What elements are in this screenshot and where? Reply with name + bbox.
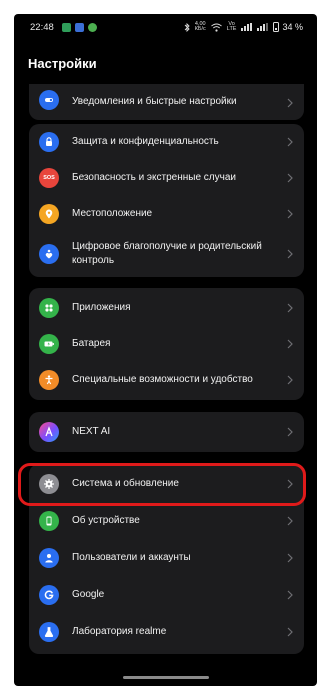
status-bar: 22:48 4,00 КБ/с Vo LTE 34 % [14, 14, 317, 40]
settings-item-notifications[interactable]: Уведомления и быстрые настройки [29, 84, 304, 120]
chevron-right-icon [286, 427, 294, 437]
settings-group-notifications: Уведомления и быстрые настройки [29, 84, 304, 120]
chevron-right-icon [286, 303, 294, 313]
chevron-right-icon [286, 249, 294, 259]
status-left: 22:48 [30, 22, 97, 33]
settings-item-label: Приложения [72, 302, 131, 313]
settings-item-apps[interactable]: Приложения [29, 290, 304, 326]
chevron-right-icon [286, 209, 294, 219]
home-indicator[interactable] [123, 676, 209, 679]
settings-group-next-ai: NEXT AI [29, 412, 304, 452]
settings-item-label: Пользователи и аккаунты [72, 552, 191, 563]
bluetooth-icon [184, 22, 190, 32]
location-icon [39, 204, 59, 224]
battery-icon [39, 334, 59, 354]
settings-item-label: Безопасность и экстренные случаи [72, 172, 236, 183]
sos-icon: SOS [39, 168, 59, 188]
apps-icon [39, 298, 59, 318]
chevron-right-icon [286, 627, 294, 637]
wifi-icon [210, 23, 222, 32]
network-type-bottom: LTE [226, 26, 237, 32]
chevron-right-icon [286, 98, 294, 108]
settings-item-label: Цифровое благополучие и родительский кон… [72, 241, 262, 266]
settings-item-about-device[interactable]: Об устройстве [29, 503, 304, 539]
app-notification-icon [74, 22, 84, 32]
settings-item-privacy[interactable]: Защита и конфиденциальность [29, 124, 304, 160]
lab-icon [39, 622, 59, 642]
settings-item-label: Специальные возможности и удобство [72, 374, 253, 385]
accessibility-icon [39, 370, 59, 390]
battery-status-icon [273, 22, 280, 32]
lock-icon [39, 132, 59, 152]
net-speed: 4,00 КБ/с [194, 21, 206, 32]
chevron-right-icon [286, 590, 294, 600]
settings-item-label: Система и обновление [72, 478, 179, 489]
settings-item-label: Защита и конфиденциальность [72, 136, 219, 147]
signal-icon [241, 23, 253, 31]
settings-group-apps: Приложения Батарея Специальные возможнос… [29, 288, 304, 400]
network-type: Vo LTE [226, 21, 237, 32]
notifications-icon [39, 90, 59, 110]
phone-icon [39, 511, 59, 531]
chevron-right-icon [286, 479, 294, 489]
page-title: Настройки [28, 56, 97, 71]
settings-item-label: Google [72, 589, 105, 600]
status-time: 22:48 [30, 21, 54, 33]
digital-wellbeing-icon [39, 244, 59, 264]
app-notification-icon [61, 22, 71, 32]
user-icon [39, 548, 59, 568]
google-icon [39, 585, 59, 605]
battery-status: 34 % [273, 22, 303, 32]
chevron-right-icon [286, 339, 294, 349]
settings-item-label: Об устройстве [72, 515, 140, 526]
settings-group-security: Защита и конфиденциальность SOS Безопасн… [29, 124, 304, 277]
settings-group-system: Система и обновление Об устройстве Польз… [29, 464, 304, 654]
next-ai-icon [39, 422, 59, 442]
settings-item-location[interactable]: Местоположение [29, 196, 304, 232]
signal-icon-2 [257, 23, 269, 31]
settings-item-emergency[interactable]: SOS Безопасность и экстренные случаи [29, 160, 304, 196]
gear-icon [39, 474, 59, 494]
settings-item-next-ai[interactable]: NEXT AI [29, 414, 304, 450]
status-right: 4,00 КБ/с Vo LTE 34 % [184, 21, 303, 32]
settings-item-label: Местоположение [72, 208, 153, 219]
chevron-right-icon [286, 516, 294, 526]
settings-item-label: Батарея [72, 338, 111, 349]
net-speed-unit: КБ/с [194, 26, 206, 32]
settings-item-accessibility[interactable]: Специальные возможности и удобство [29, 362, 304, 398]
chevron-right-icon [286, 173, 294, 183]
settings-item-label: NEXT AI [72, 426, 111, 437]
settings-item-label: Уведомления и быстрые настройки [72, 96, 237, 107]
app-notification-icon [87, 22, 97, 32]
settings-item-battery[interactable]: Батарея [29, 326, 304, 362]
settings-item-google[interactable]: Google [29, 577, 304, 613]
settings-item-label: Лаборатория realme [72, 626, 167, 637]
phone-screen: 22:48 4,00 КБ/с Vo LTE 34 % Настройки Ув… [14, 14, 317, 686]
settings-item-users-accounts[interactable]: Пользователи и аккаунты [29, 540, 304, 576]
chevron-right-icon [286, 553, 294, 563]
settings-item-system-update[interactable]: Система и обновление [29, 466, 304, 502]
battery-percent: 34 % [282, 22, 303, 32]
chevron-right-icon [286, 137, 294, 147]
chevron-right-icon [286, 375, 294, 385]
settings-item-digital-wellbeing[interactable]: Цифровое благополучие и родительский кон… [29, 232, 304, 277]
settings-item-realme-lab[interactable]: Лаборатория realme [29, 614, 304, 650]
